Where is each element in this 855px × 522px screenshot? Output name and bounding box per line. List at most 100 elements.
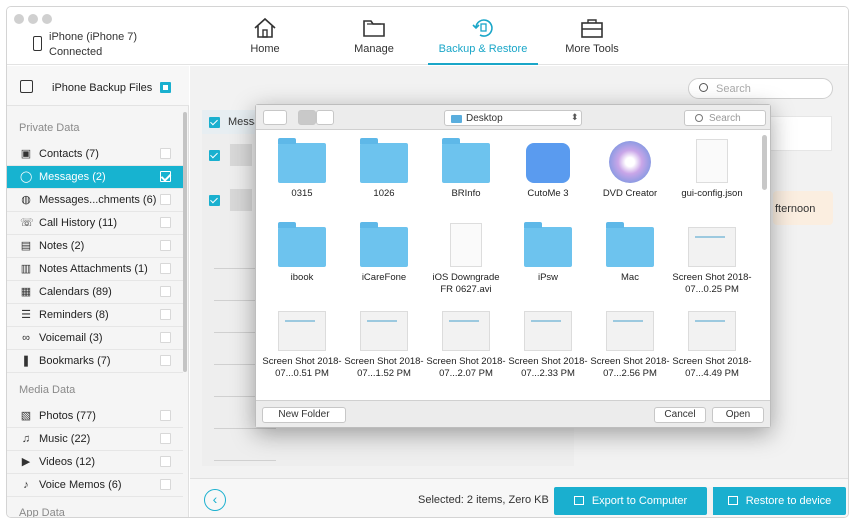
file-item[interactable]: 1026: [343, 135, 425, 217]
file-item[interactable]: Screen Shot 2018-07...2.07 PM: [425, 303, 507, 385]
item-checkbox[interactable]: [160, 355, 171, 366]
search-icon: [699, 83, 708, 92]
tab-home-label: Home: [250, 43, 280, 55]
folder-icon: [451, 115, 462, 123]
item-checkbox[interactable]: [160, 217, 171, 228]
item-checkbox[interactable]: [160, 240, 171, 251]
folder-icon: [363, 20, 385, 37]
item-checkbox[interactable]: [160, 194, 171, 205]
file-item[interactable]: 0315: [261, 135, 343, 217]
sidebar-item-label: Voice Memos (6): [39, 479, 122, 491]
tab-more-tools[interactable]: More Tools: [537, 15, 647, 65]
disc-icon: [609, 141, 651, 183]
iphone-icon: [33, 36, 42, 51]
item-checkbox[interactable]: [160, 171, 171, 182]
file-item[interactable]: iPsw: [507, 219, 589, 301]
item-checkbox[interactable]: [160, 410, 171, 421]
file-item[interactable]: Mac: [589, 219, 671, 301]
folder-icon: [360, 138, 408, 183]
sidebar-item-label: Notes (2): [39, 240, 85, 252]
folder-icon: [442, 138, 490, 183]
folder-icon: [360, 222, 408, 267]
video-file-icon: [450, 223, 482, 267]
file-item[interactable]: Screen Shot 2018-07...2.33 PM: [507, 303, 589, 385]
sidebar-item-call-history[interactable]: ☏ Call History (11): [7, 212, 183, 235]
sidebar-item-message-attachments[interactable]: ◍ Messages...chments (6): [7, 189, 183, 212]
item-checkbox[interactable]: [160, 286, 171, 297]
tab-manage[interactable]: Manage: [319, 15, 429, 65]
sidebar-item-bookmarks[interactable]: ❚ Bookmarks (7): [7, 350, 183, 373]
dialog-search-input[interactable]: Search: [684, 110, 766, 126]
file-item[interactable]: iOS Downgrade FR 0627.avi: [425, 219, 507, 301]
file-name: iPsw: [537, 272, 559, 283]
item-checkbox[interactable]: [160, 456, 171, 467]
screenshot-thumbnail: [606, 311, 654, 351]
open-button[interactable]: Open: [712, 407, 764, 423]
file-item[interactable]: BRInfo: [425, 135, 507, 217]
sidebar-scrollbar[interactable]: [183, 112, 187, 372]
sidebar-item-music[interactable]: ♫ Music (22): [7, 428, 183, 451]
file-item[interactable]: Screen Shot 2018-07...0.51 PM: [261, 303, 343, 385]
sidebar-item-voicemail[interactable]: ∞ Voicemail (3): [7, 327, 183, 350]
file-item[interactable]: DVD Creator: [589, 135, 671, 217]
title-bar: iPhone (iPhone 7) Connected Home Manage …: [7, 7, 848, 65]
sidebar-item-contacts[interactable]: ▣ Contacts (7): [7, 143, 183, 166]
file-item[interactable]: Screen Shot 2018-07...2.56 PM: [589, 303, 671, 385]
close-window-button[interactable]: [14, 14, 24, 24]
new-folder-button[interactable]: New Folder: [262, 407, 346, 423]
sidebar-item-photos[interactable]: ▧ Photos (77): [7, 405, 183, 428]
sidebar-item-notes-attachments[interactable]: ▥ Notes Attachments (1): [7, 258, 183, 281]
message-row-checkbox[interactable]: [209, 150, 220, 161]
file-name: Screen Shot 2018-07...0.25 PM: [672, 272, 752, 295]
phone-icon: ☏: [20, 217, 34, 229]
sidebar-header-label: iPhone Backup Files: [52, 82, 153, 94]
sidebar-item-reminders[interactable]: ☰ Reminders (8): [7, 304, 183, 327]
icon-view-button[interactable]: [298, 110, 316, 125]
voice-memo-icon: ♪: [23, 479, 29, 491]
file-item[interactable]: gui-config.json: [671, 135, 753, 217]
item-checkbox[interactable]: [160, 433, 171, 444]
location-dropdown[interactable]: Desktop ⬍: [444, 110, 582, 126]
zoom-window-button[interactable]: [42, 14, 52, 24]
cancel-button[interactable]: Cancel: [654, 407, 706, 423]
file-item[interactable]: Screen Shot 2018-07...4.49 PM: [671, 303, 753, 385]
tab-home[interactable]: Home: [210, 15, 320, 65]
select-all-messages-checkbox[interactable]: [209, 117, 220, 128]
sidebar-item-label: Contacts (7): [39, 148, 99, 160]
sidebar-item-voice-memos[interactable]: ♪ Voice Memos (6): [7, 474, 183, 497]
message-row-checkbox[interactable]: [209, 195, 220, 206]
back-button[interactable]: ‹: [204, 489, 226, 511]
sidebar-item-label: Call History (11): [39, 217, 118, 229]
tab-backup-restore[interactable]: Backup & Restore: [428, 15, 538, 65]
sidebar-item-label: Videos (12): [39, 456, 96, 468]
export-to-computer-button[interactable]: Export to Computer: [554, 487, 707, 515]
item-checkbox[interactable]: [160, 479, 171, 490]
file-name: BRInfo: [451, 188, 481, 199]
sidebar-item-messages[interactable]: ◯ Messages (2): [7, 166, 183, 189]
file-item[interactable]: Screen Shot 2018-07...0.25 PM: [671, 219, 753, 301]
file-item[interactable]: ibook: [261, 219, 343, 301]
export-icon: [573, 496, 584, 505]
list-view-button[interactable]: [316, 110, 334, 125]
sidebar-item-videos[interactable]: ▶ Videos (12): [7, 451, 183, 474]
file-item[interactable]: iCareFone: [343, 219, 425, 301]
minimize-window-button[interactable]: [28, 14, 38, 24]
folder-icon: [606, 222, 654, 267]
file-name: CutoMe 3: [527, 188, 569, 199]
restore-to-device-button[interactable]: Restore to device: [707, 487, 846, 515]
search-input[interactable]: Search: [688, 78, 833, 99]
sidebar: iPhone Backup Files Private Data ▣ Contac…: [7, 66, 189, 517]
sidebar-item-notes[interactable]: ▤ Notes (2): [7, 235, 183, 258]
item-checkbox[interactable]: [160, 263, 171, 274]
dialog-scrollbar[interactable]: [762, 135, 767, 190]
sidebar-header[interactable]: iPhone Backup Files: [7, 66, 189, 106]
item-checkbox[interactable]: [160, 309, 171, 320]
select-all-checkbox[interactable]: [160, 82, 171, 93]
file-item[interactable]: Screen Shot 2018-07...1.52 PM: [343, 303, 425, 385]
sidebar-item-calendars[interactable]: ▦ Calendars (89): [7, 281, 183, 304]
item-checkbox[interactable]: [160, 332, 171, 343]
avatar: [230, 189, 252, 211]
item-checkbox[interactable]: [160, 148, 171, 159]
sidebar-toggle-button[interactable]: [263, 110, 287, 125]
file-item[interactable]: CutoMe 3: [507, 135, 589, 217]
